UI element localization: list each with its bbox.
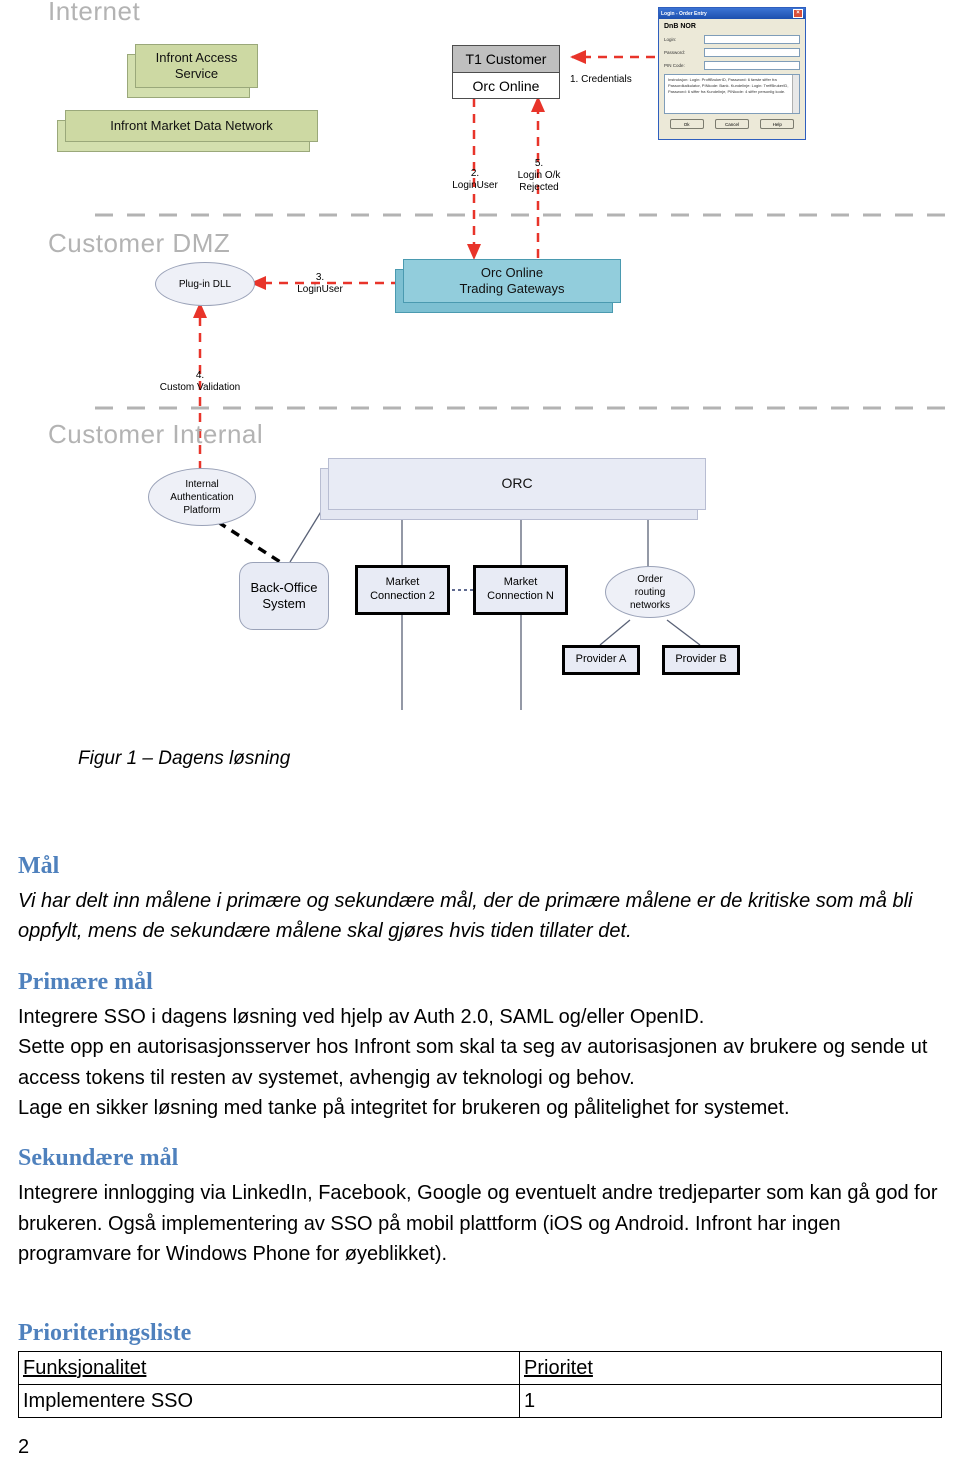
node-orc-online-trading-gateways: Orc Online Trading Gateways (395, 259, 621, 313)
node-infront-access-service: Infront Access Service (127, 44, 258, 98)
node-label: Market Connection 2 (370, 576, 435, 602)
paragraph-primaere-2: Sette opp en autorisasjonsserver hos Inf… (18, 1036, 928, 1089)
node-provider-a: Provider A (562, 645, 640, 675)
flow-label-step4: 4. Custom Validation (159, 370, 241, 393)
flow-label-step3: 3. LoginUser (297, 272, 343, 295)
node-label: Provider A (575, 653, 627, 666)
login-input[interactable] (704, 35, 800, 44)
paragraph-sekundaere-1: Integrere innlogging via LinkedIn, Faceb… (18, 1182, 938, 1266)
node-market-connection-2: Market Connection 2 (355, 565, 450, 615)
link-routing-provider-a (599, 619, 631, 646)
node-label: Infront Access Service (135, 44, 258, 88)
priority-table: Funksjonalitet Prioritet Implementere SS… (18, 1350, 942, 1418)
link-orc-backoffice (289, 509, 323, 563)
flow-label-step5: 5. Login O/k Rejected (517, 158, 561, 193)
node-internal-authentication-platform: Internal Authentication Platform (148, 468, 256, 526)
paragraph-primaere-3: Lage en sikker løsning med tanke på inte… (18, 1096, 790, 1119)
node-label: Orc Online Trading Gateways (403, 259, 621, 303)
zone-label-customer-internal: Customer Internal (48, 419, 264, 449)
node-label: Back-Office System (250, 579, 318, 611)
login-order-entry-dialog[interactable]: Login - Order Entry × DnB NOR Login: Pas… (658, 7, 806, 140)
help-button[interactable]: Help (760, 119, 795, 129)
link-routing-provider-b (666, 619, 701, 646)
flow-label-step2: 2. LoginUser (452, 168, 498, 191)
login-label: Login: (664, 37, 677, 42)
dialog-bank-name: DnB NOR (664, 23, 696, 30)
password-input[interactable] (704, 48, 800, 57)
heading-primaere-mal: Primære mål (18, 968, 153, 995)
ok-button[interactable]: Ok (669, 119, 704, 129)
dialog-field-login: Login: (664, 35, 800, 44)
dialog-body: DnB NOR Login: Password: PIN Code: Instr… (659, 19, 805, 133)
node-market-connection-n: Market Connection N (473, 565, 568, 615)
zone-label-customer-dmz: Customer DMZ (48, 228, 231, 258)
node-back-office-system: Back-Office System (239, 562, 329, 630)
heading-mal: Mål (18, 853, 60, 879)
pincode-input[interactable] (704, 61, 800, 70)
node-orc-online-label: Orc Online (472, 78, 540, 94)
pincode-label: PIN Code: (664, 63, 685, 68)
node-label: Infront Market Data Network (65, 110, 318, 142)
table-header-funksjonalitet: Funksjonalitet (18, 1350, 520, 1385)
table-row: Implementere SSO 1 (18, 1383, 942, 1418)
dialog-field-pincode: PIN Code: (664, 61, 800, 70)
heading-sekundaere-mal: Sekundære mål (18, 1145, 179, 1172)
node-label: Internal Authentication Platform (170, 478, 234, 516)
node-label: Plug-in DLL (178, 278, 232, 290)
document-body: Figur 1 – Dagens løsning Mål Vi har delt… (0, 730, 960, 1418)
node-order-routing-networks: Order routing networks (605, 566, 695, 618)
node-label: ORC (328, 458, 706, 510)
zone-label-internet: Internet (48, 0, 141, 26)
cancel-button[interactable]: Cancel (714, 119, 749, 129)
node-t1-customer-orc-online: T1 Customer Orc Online (452, 45, 560, 99)
architecture-diagram: Internet Customer DMZ Customer Internal … (0, 0, 960, 730)
dialog-instructions: Instruksjon: Login: ProffBrukerID, Passw… (664, 74, 800, 114)
table-cell-prioritet: 1 (519, 1383, 942, 1418)
dialog-button-row: Ok Cancel Help (664, 119, 800, 129)
header-label: Prioritet (524, 1356, 593, 1379)
node-orc: ORC (320, 458, 706, 520)
dialog-title: Login - Order Entry (661, 10, 707, 17)
dialog-field-password: Password: (664, 48, 800, 57)
node-plugin-dll: Plug-in DLL (155, 262, 255, 306)
heading-prioriteringsliste: Prioriteringsliste (18, 1319, 192, 1346)
dialog-instructions-text: Instruksjon: Login: ProffBrukerID, Passw… (668, 77, 789, 94)
password-label: Password: (664, 50, 686, 55)
node-label: Order routing networks (629, 573, 670, 611)
table-header-row: Funksjonalitet Prioritet (18, 1350, 942, 1385)
node-label: Provider B (675, 653, 727, 666)
scrollbar[interactable] (792, 75, 799, 113)
table-cell-funksjonalitet: Implementere SSO (18, 1383, 520, 1418)
header-label: Funksjonalitet (23, 1356, 147, 1379)
paragraph-primaere-1: Integrere SSO i dagens løsning ved hjelp… (18, 1005, 705, 1028)
close-icon[interactable]: × (793, 9, 803, 18)
page-number: 2 (18, 1436, 30, 1458)
table-header-prioritet: Prioritet (519, 1350, 942, 1385)
paragraph-mal-1: Vi har delt inn målene i primære og seku… (18, 890, 913, 943)
node-infront-market-data-network: Infront Market Data Network (57, 110, 318, 152)
figure-caption: Figur 1 – Dagens løsning (78, 748, 291, 769)
link-auth-backoffice (217, 520, 286, 567)
node-provider-b: Provider B (662, 645, 740, 675)
node-label: Market Connection N (487, 576, 554, 602)
node-t1-customer-label: T1 Customer (453, 46, 559, 73)
dialog-titlebar: Login - Order Entry × (659, 8, 805, 19)
